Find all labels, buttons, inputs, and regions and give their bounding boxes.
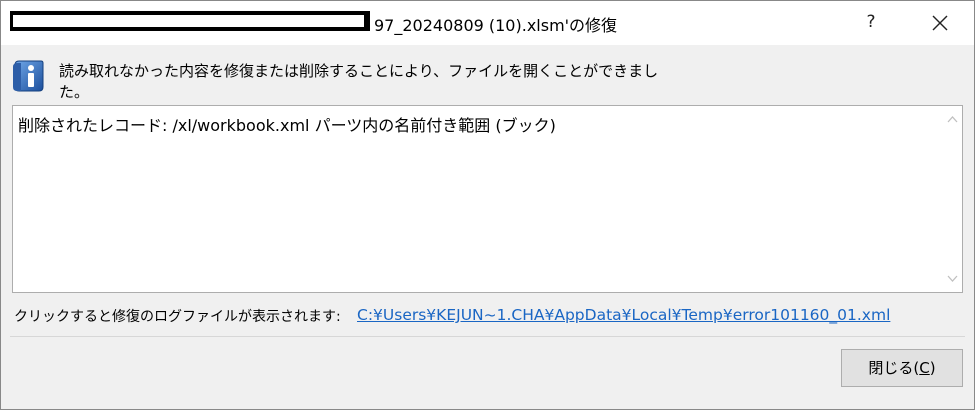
redacted-filename	[10, 11, 370, 31]
dialog-message: 読み取れなかった内容を修復または削除することにより、ファイルを開くことができまし…	[59, 62, 659, 101]
log-file-label: クリックすると修復のログファイルが表示されます:	[14, 309, 341, 325]
title-close-button[interactable]	[923, 7, 957, 39]
repair-dialog: 97_20240809 (10).xlsm'の修復 ? 読み取れなかった内容を修…	[0, 0, 975, 410]
close-button-label-end: )	[929, 359, 936, 377]
close-icon	[932, 15, 948, 31]
details-text: 削除されたレコード: /xl/workbook.xml パーツ内の名前付き範囲 …	[18, 116, 556, 135]
dialog-title: 97_20240809 (10).xlsm'の修復	[374, 16, 618, 35]
scroll-down-icon[interactable]	[947, 273, 958, 284]
info-icon	[13, 60, 44, 92]
close-button-label: 閉じる(	[868, 359, 920, 377]
title-bar: 97_20240809 (10).xlsm'の修復 ?	[1, 1, 974, 45]
close-button[interactable]: 閉じる(C)	[841, 349, 963, 387]
vertical-scrollbar[interactable]	[943, 106, 962, 292]
help-button[interactable]: ?	[857, 7, 885, 37]
scroll-up-icon[interactable]	[947, 114, 958, 125]
log-file-link[interactable]: C:¥Users¥KEJUN~1.CHA¥AppData¥Local¥Temp¥…	[357, 306, 890, 324]
separator	[10, 336, 965, 337]
details-textbox[interactable]: 削除されたレコード: /xl/workbook.xml パーツ内の名前付き範囲 …	[12, 105, 963, 293]
close-button-mnemonic: C	[919, 359, 930, 377]
